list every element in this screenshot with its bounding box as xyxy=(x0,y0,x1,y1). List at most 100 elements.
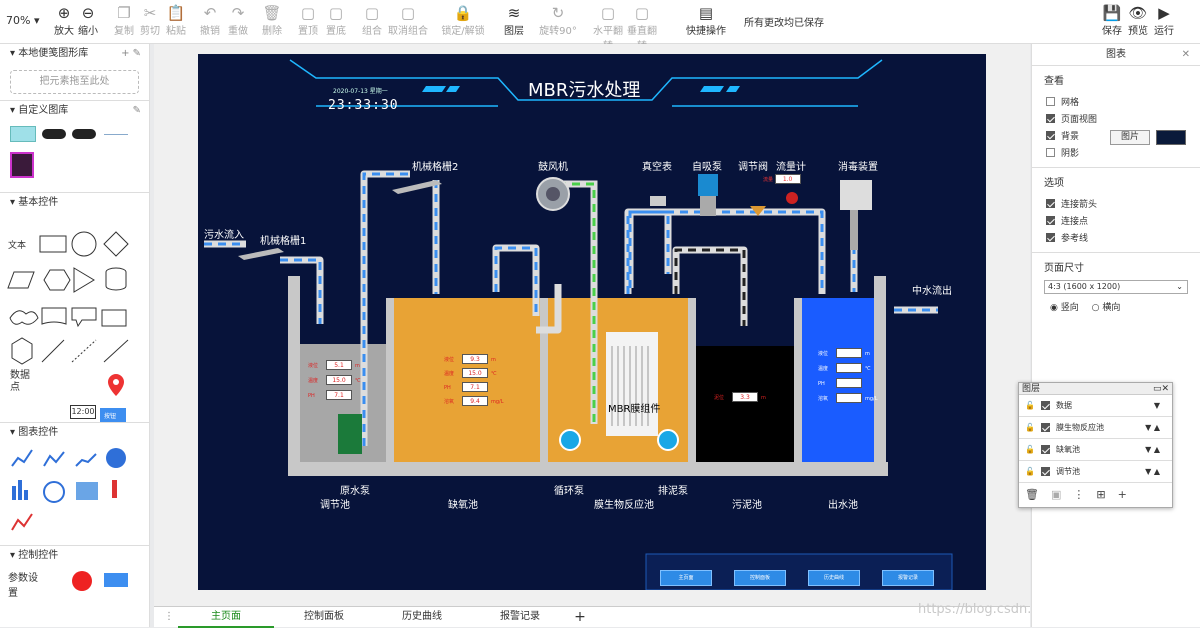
layer-order-icon[interactable]: ▼ ▲ xyxy=(1145,423,1160,432)
format-panel: 图表 ✕ 查看 网格 页面视图 背景 阴影 图片 选项 连接箭头 连接点 参考线 页面尺寸 … xyxy=(1031,44,1200,627)
page-tab[interactable]: 控制面板 xyxy=(276,607,372,628)
custom-shape-device[interactable] xyxy=(10,152,34,178)
custom-shape-panel[interactable] xyxy=(10,126,36,142)
preview-button[interactable]: 👁 预览 xyxy=(1126,4,1150,37)
custom-shape-switch-off[interactable] xyxy=(42,129,66,139)
page-size-select[interactable]: 4:3 (1600 x 1200) ⌄ xyxy=(1044,280,1188,294)
layer-order-icon[interactable]: ▼ xyxy=(1154,401,1160,410)
toolbar-button-12[interactable]: ▢ 取消组合 xyxy=(384,4,432,37)
page-tab[interactable]: 历史曲线 xyxy=(374,607,470,628)
option-checkbox[interactable]: 页面视图 xyxy=(1044,110,1188,127)
layer-row[interactable]: 🔓 调节池 ▼ ▲ xyxy=(1019,461,1172,483)
lock-icon[interactable]: 🔓 xyxy=(1025,423,1035,432)
toolbar-button-8[interactable]: 🗑 删除 xyxy=(258,4,286,37)
section-control-controls[interactable]: ▾ 控制控件 xyxy=(0,545,149,565)
data-field: PH 6.5 xyxy=(818,378,865,388)
checkbox-icon xyxy=(1046,199,1055,208)
small-button-shape[interactable] xyxy=(104,573,128,587)
toolbar-button-label: 图层 xyxy=(504,26,524,37)
data-field: 液位 9.3 m xyxy=(444,354,496,364)
options-section: 选项 连接箭头 连接点 参考线 xyxy=(1032,168,1200,253)
layers-panel[interactable]: 图层 ▭✕ 🔓 数据 ▼ 🔓 膜生物反应池 ▼ ▲ 🔓 缺氧池 ▼ ▲ 🔓 调节池 ▼ ▲ 🗑 ▣ ⋮ … xyxy=(1018,382,1173,508)
toolbar-button-11[interactable]: ▢ 组合 xyxy=(358,4,386,37)
chart-controls-icons[interactable] xyxy=(0,442,150,542)
data-field-label: 温度 xyxy=(818,366,829,372)
toolbar-button-7[interactable]: ↷ 重做 xyxy=(224,4,252,37)
custom-shape-line[interactable] xyxy=(104,134,128,135)
visible-checkbox[interactable] xyxy=(1040,445,1050,454)
lock-icon[interactable]: 🔓 xyxy=(1025,445,1035,454)
section-custom-library[interactable]: ▾ 自定义图库 ✎ xyxy=(0,100,149,120)
toolbar-button-4[interactable]: ✂ 剪切 xyxy=(136,4,164,37)
close-icon[interactable]: ✕ xyxy=(1182,44,1190,66)
edit-icon[interactable]: ✎ xyxy=(133,101,141,121)
toolbar-button-2[interactable]: ⊖ 缩小 xyxy=(72,4,104,37)
add-tab-button[interactable]: + xyxy=(570,607,590,628)
page-tab[interactable]: 主页面 xyxy=(178,607,274,628)
visible-checkbox[interactable] xyxy=(1040,423,1050,432)
visible-checkbox[interactable] xyxy=(1040,401,1050,410)
redo-icon: ↷ xyxy=(231,4,245,22)
toolbar-button-10[interactable]: ▢ 置底 xyxy=(322,4,350,37)
toolbar-button-18[interactable]: ▤ 快捷操作 xyxy=(682,4,730,37)
lock-icon[interactable]: 🔓 xyxy=(1025,401,1035,410)
clock-shape[interactable]: 12:00 xyxy=(70,405,96,419)
param-setting-shape[interactable]: 参数设置 xyxy=(8,569,38,599)
toolbar-button-14[interactable]: ≋ 图层 xyxy=(500,4,528,37)
scada-nav-button[interactable]: 主页面 xyxy=(660,570,712,586)
zoom-select[interactable]: 70% ▾ xyxy=(6,14,39,27)
section-basic-controls[interactable]: ▾ 基本控件 xyxy=(0,192,149,212)
scada-page[interactable]: 2020-07-13 星期一 23:33:30 MBR污水处理 污水流入 机械格… xyxy=(198,54,986,590)
toolbar-button-5[interactable]: 📋 粘贴 xyxy=(162,4,190,37)
scada-nav-button[interactable]: 报警记录 xyxy=(882,570,934,586)
option-checkbox[interactable]: 连接点 xyxy=(1044,212,1188,229)
scada-nav-button[interactable]: 控制面板 xyxy=(734,570,786,586)
background-image-button[interactable]: 图片 xyxy=(1110,130,1150,145)
layer-order-icon[interactable]: ▼ ▲ xyxy=(1145,445,1160,454)
add-edit-icon[interactable]: + ✎ xyxy=(121,44,141,64)
visible-checkbox[interactable] xyxy=(1040,467,1050,476)
run-button[interactable]: ▶ 运行 xyxy=(1152,4,1176,37)
lock-icon[interactable]: 🔓 xyxy=(1025,467,1035,476)
layer-row[interactable]: 🔓 缺氧池 ▼ ▲ xyxy=(1019,439,1172,461)
option-checkbox[interactable]: 连接箭头 xyxy=(1044,195,1188,212)
option-checkbox[interactable]: 网格 xyxy=(1044,93,1188,110)
send-back-icon: ▢ xyxy=(328,4,344,22)
landscape-radio[interactable]: ○ 横向 xyxy=(1092,303,1121,313)
custom-shape-switch-on[interactable] xyxy=(72,129,96,139)
section-chart-controls[interactable]: ▾ 图表控件 xyxy=(0,422,149,442)
option-checkbox[interactable]: 阴影 xyxy=(1044,144,1188,161)
more-icon[interactable]: ⋮ xyxy=(1073,488,1084,501)
canvas-area[interactable]: 2020-07-13 星期一 23:33:30 MBR污水处理 污水流入 机械格… xyxy=(154,44,1030,606)
layer-name: 调节池 xyxy=(1055,467,1080,476)
stop-button-shape[interactable] xyxy=(72,571,92,591)
checkbox-icon xyxy=(1046,114,1055,123)
add-layer-icon[interactable]: + xyxy=(1118,488,1127,501)
toolbar-button-9[interactable]: ▢ 置顶 xyxy=(294,4,322,37)
option-checkbox[interactable]: 参考线 xyxy=(1044,229,1188,246)
data-field-unit: ℃ xyxy=(865,366,871,372)
merge-layer-icon[interactable]: ⊞ xyxy=(1096,488,1105,501)
data-point-shape[interactable]: 数据点 xyxy=(10,370,38,396)
toolbar: 70% ▾ ⊕ 放大 ⊖ 缩小 ❐ 复制 ✂ 剪切 📋 粘贴 ↶ 撤销 ↷ 重做 🗑 删除 ▢ 置顶 ▢ 置底 ▢ 组合 ▢… xyxy=(0,0,1200,52)
toolbar-button-13[interactable]: 🔒 锁定/解锁 xyxy=(436,4,490,37)
layer-order-icon[interactable]: ▼ ▲ xyxy=(1145,467,1160,476)
save-button[interactable]: 💾 保存 xyxy=(1100,4,1124,37)
toolbar-button-15[interactable]: ↻ 旋转90° xyxy=(536,4,580,37)
section-local-library[interactable]: ▾ 本地便笺图形库 + ✎ xyxy=(0,44,149,64)
tabs-menu-icon[interactable]: ⋮ xyxy=(160,607,178,628)
delete-layer-icon[interactable]: 🗑 xyxy=(1025,488,1039,501)
toolbar-button-6[interactable]: ↶ 撤销 xyxy=(196,4,224,37)
scada-nav-button[interactable]: 历史曲线 xyxy=(808,570,860,586)
layer-row[interactable]: 🔓 数据 ▼ xyxy=(1019,395,1172,417)
data-field: PH 7.1 xyxy=(444,382,491,392)
duplicate-layer-icon[interactable]: ▣ xyxy=(1051,488,1061,501)
portrait-radio[interactable]: ◉ 竖向 xyxy=(1050,303,1079,313)
toolbar-button-3[interactable]: ❐ 复制 xyxy=(110,4,138,37)
background-color-swatch[interactable] xyxy=(1156,130,1186,145)
basic-shapes[interactable]: 按钮 xyxy=(0,228,150,428)
page-tab[interactable]: 报警记录 xyxy=(472,607,568,628)
layers-close-icon[interactable]: ▭✕ xyxy=(1153,383,1169,395)
drop-zone[interactable]: 把元素拖至此处 xyxy=(10,70,139,94)
layer-row[interactable]: 🔓 膜生物反应池 ▼ ▲ xyxy=(1019,417,1172,439)
